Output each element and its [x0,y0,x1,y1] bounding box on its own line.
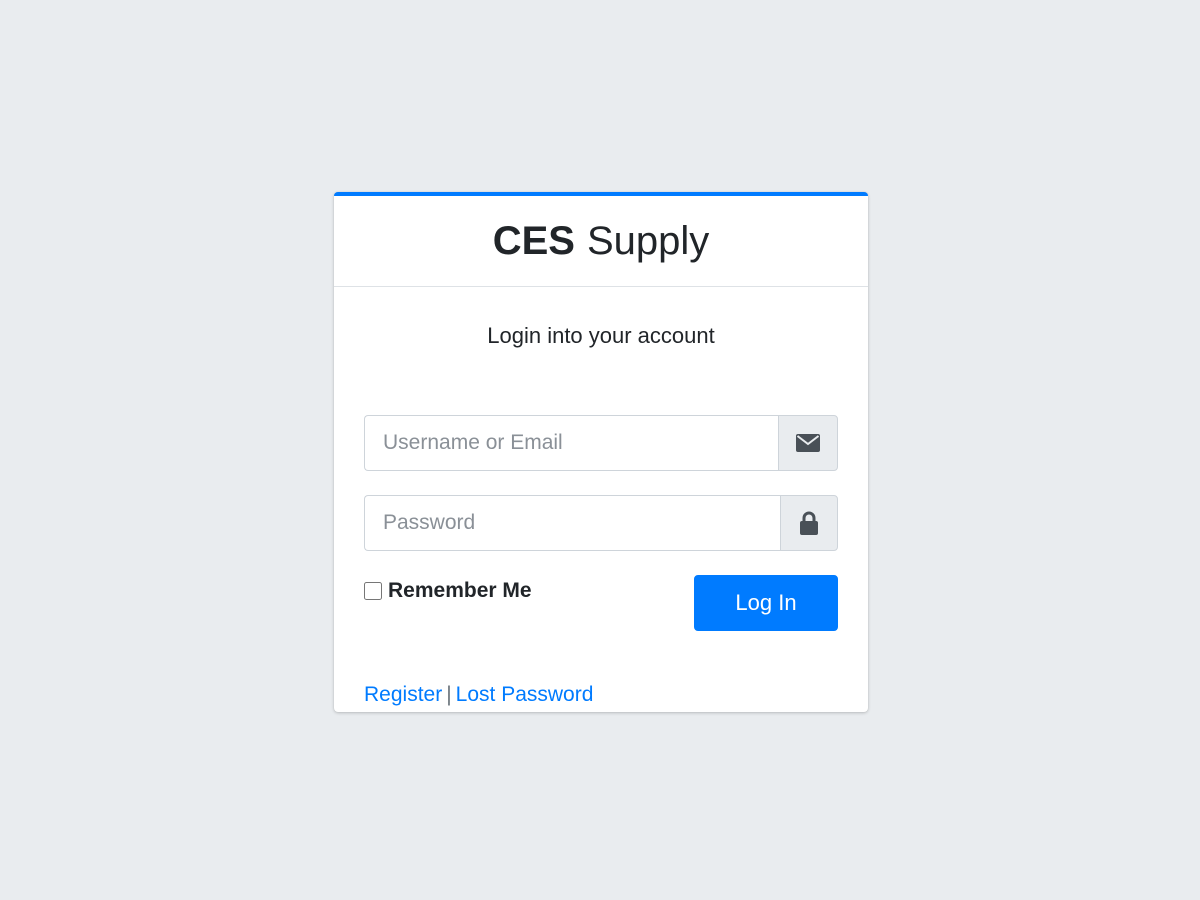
brand-bold-text: CES [492,218,575,263]
username-input-group [364,415,838,471]
lost-password-link[interactable]: Lost Password [456,683,594,706]
register-link[interactable]: Register [364,683,442,706]
remember-me-label: Remember Me [388,579,532,602]
login-message: Login into your account [487,323,715,348]
username-input[interactable] [364,415,778,471]
lock-icon [780,495,838,551]
remember-me[interactable]: Remember Me [364,579,532,603]
password-input[interactable] [364,495,780,551]
card-header: CES Supply [334,196,868,287]
card-body: Login into your account Remember Me [334,321,868,706]
account-links: Register | Lost Password [364,683,593,707]
link-separator: | [446,683,452,706]
password-input-group [364,495,838,551]
envelope-icon [778,415,838,471]
remember-me-checkbox[interactable] [364,582,382,600]
login-button[interactable]: Log In [694,575,838,631]
brand-light-text: Supply [586,218,710,263]
login-card: CES Supply Login into your account Usern… [334,192,868,712]
